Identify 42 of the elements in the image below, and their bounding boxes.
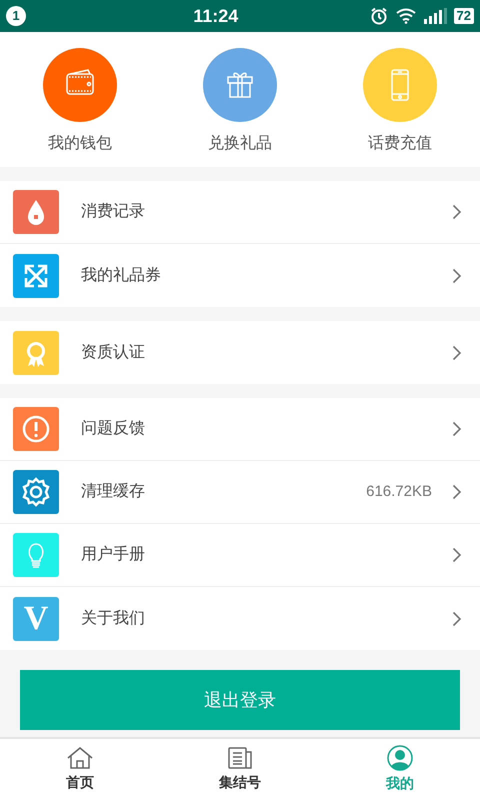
battery-indicator: 72 <box>454 8 474 24</box>
award-ribbon-icon <box>13 330 59 374</box>
newspaper-icon <box>227 746 253 770</box>
menu-row[interactable]: 资质认证 <box>0 321 480 384</box>
shortcut-item[interactable]: 我的钱包 <box>0 32 160 167</box>
menu-label: 消费记录 <box>81 202 146 222</box>
nav-tab[interactable]: 集结号 <box>160 739 320 800</box>
signal-icon <box>424 8 448 24</box>
notification-badge: 1 <box>6 6 26 26</box>
menu-label: 关于我们 <box>81 608 146 628</box>
menu-label: 清理缓存 <box>81 482 146 502</box>
chevron-right-icon <box>452 268 462 284</box>
menu-label: 用户手册 <box>81 544 146 565</box>
nav-tab[interactable]: 首页 <box>0 739 160 800</box>
alarm-icon <box>370 7 388 25</box>
chevron-right-icon <box>452 204 462 220</box>
menu-row[interactable]: V 关于我们 <box>0 587 480 650</box>
chevron-right-icon <box>452 484 462 500</box>
menu-row[interactable]: 消费记录 <box>0 181 480 244</box>
gear-icon <box>13 470 59 514</box>
drop-icon <box>13 190 59 234</box>
menu-label: 我的礼品券 <box>81 266 162 286</box>
cache-size: 616.72KB <box>366 482 432 502</box>
chevron-right-icon <box>452 344 462 360</box>
lightbulb-icon <box>13 533 59 577</box>
home-icon <box>66 746 94 770</box>
menu-row[interactable]: 用户手册 <box>0 524 480 587</box>
menu-label: 资质认证 <box>81 342 146 362</box>
letter-icon: V <box>13 596 59 640</box>
arrows-cross-icon <box>13 254 59 298</box>
menu-row[interactable]: 清理缓存 616.72KB <box>0 461 480 524</box>
shortcut-item[interactable]: 话费充值 <box>320 32 480 167</box>
chevron-right-icon <box>452 547 462 563</box>
chevron-right-icon <box>452 610 462 626</box>
menu-row[interactable]: 我的礼品券 <box>0 244 480 307</box>
menu-row[interactable]: 问题反馈 <box>0 398 480 461</box>
menu-label: 问题反馈 <box>81 418 146 439</box>
shortcut-item[interactable]: 兑换礼品 <box>160 32 320 167</box>
user-avatar-icon <box>387 745 413 771</box>
chevron-right-icon <box>452 421 462 437</box>
wifi-icon <box>396 8 416 24</box>
status-time: 11:24 <box>192 4 240 28</box>
